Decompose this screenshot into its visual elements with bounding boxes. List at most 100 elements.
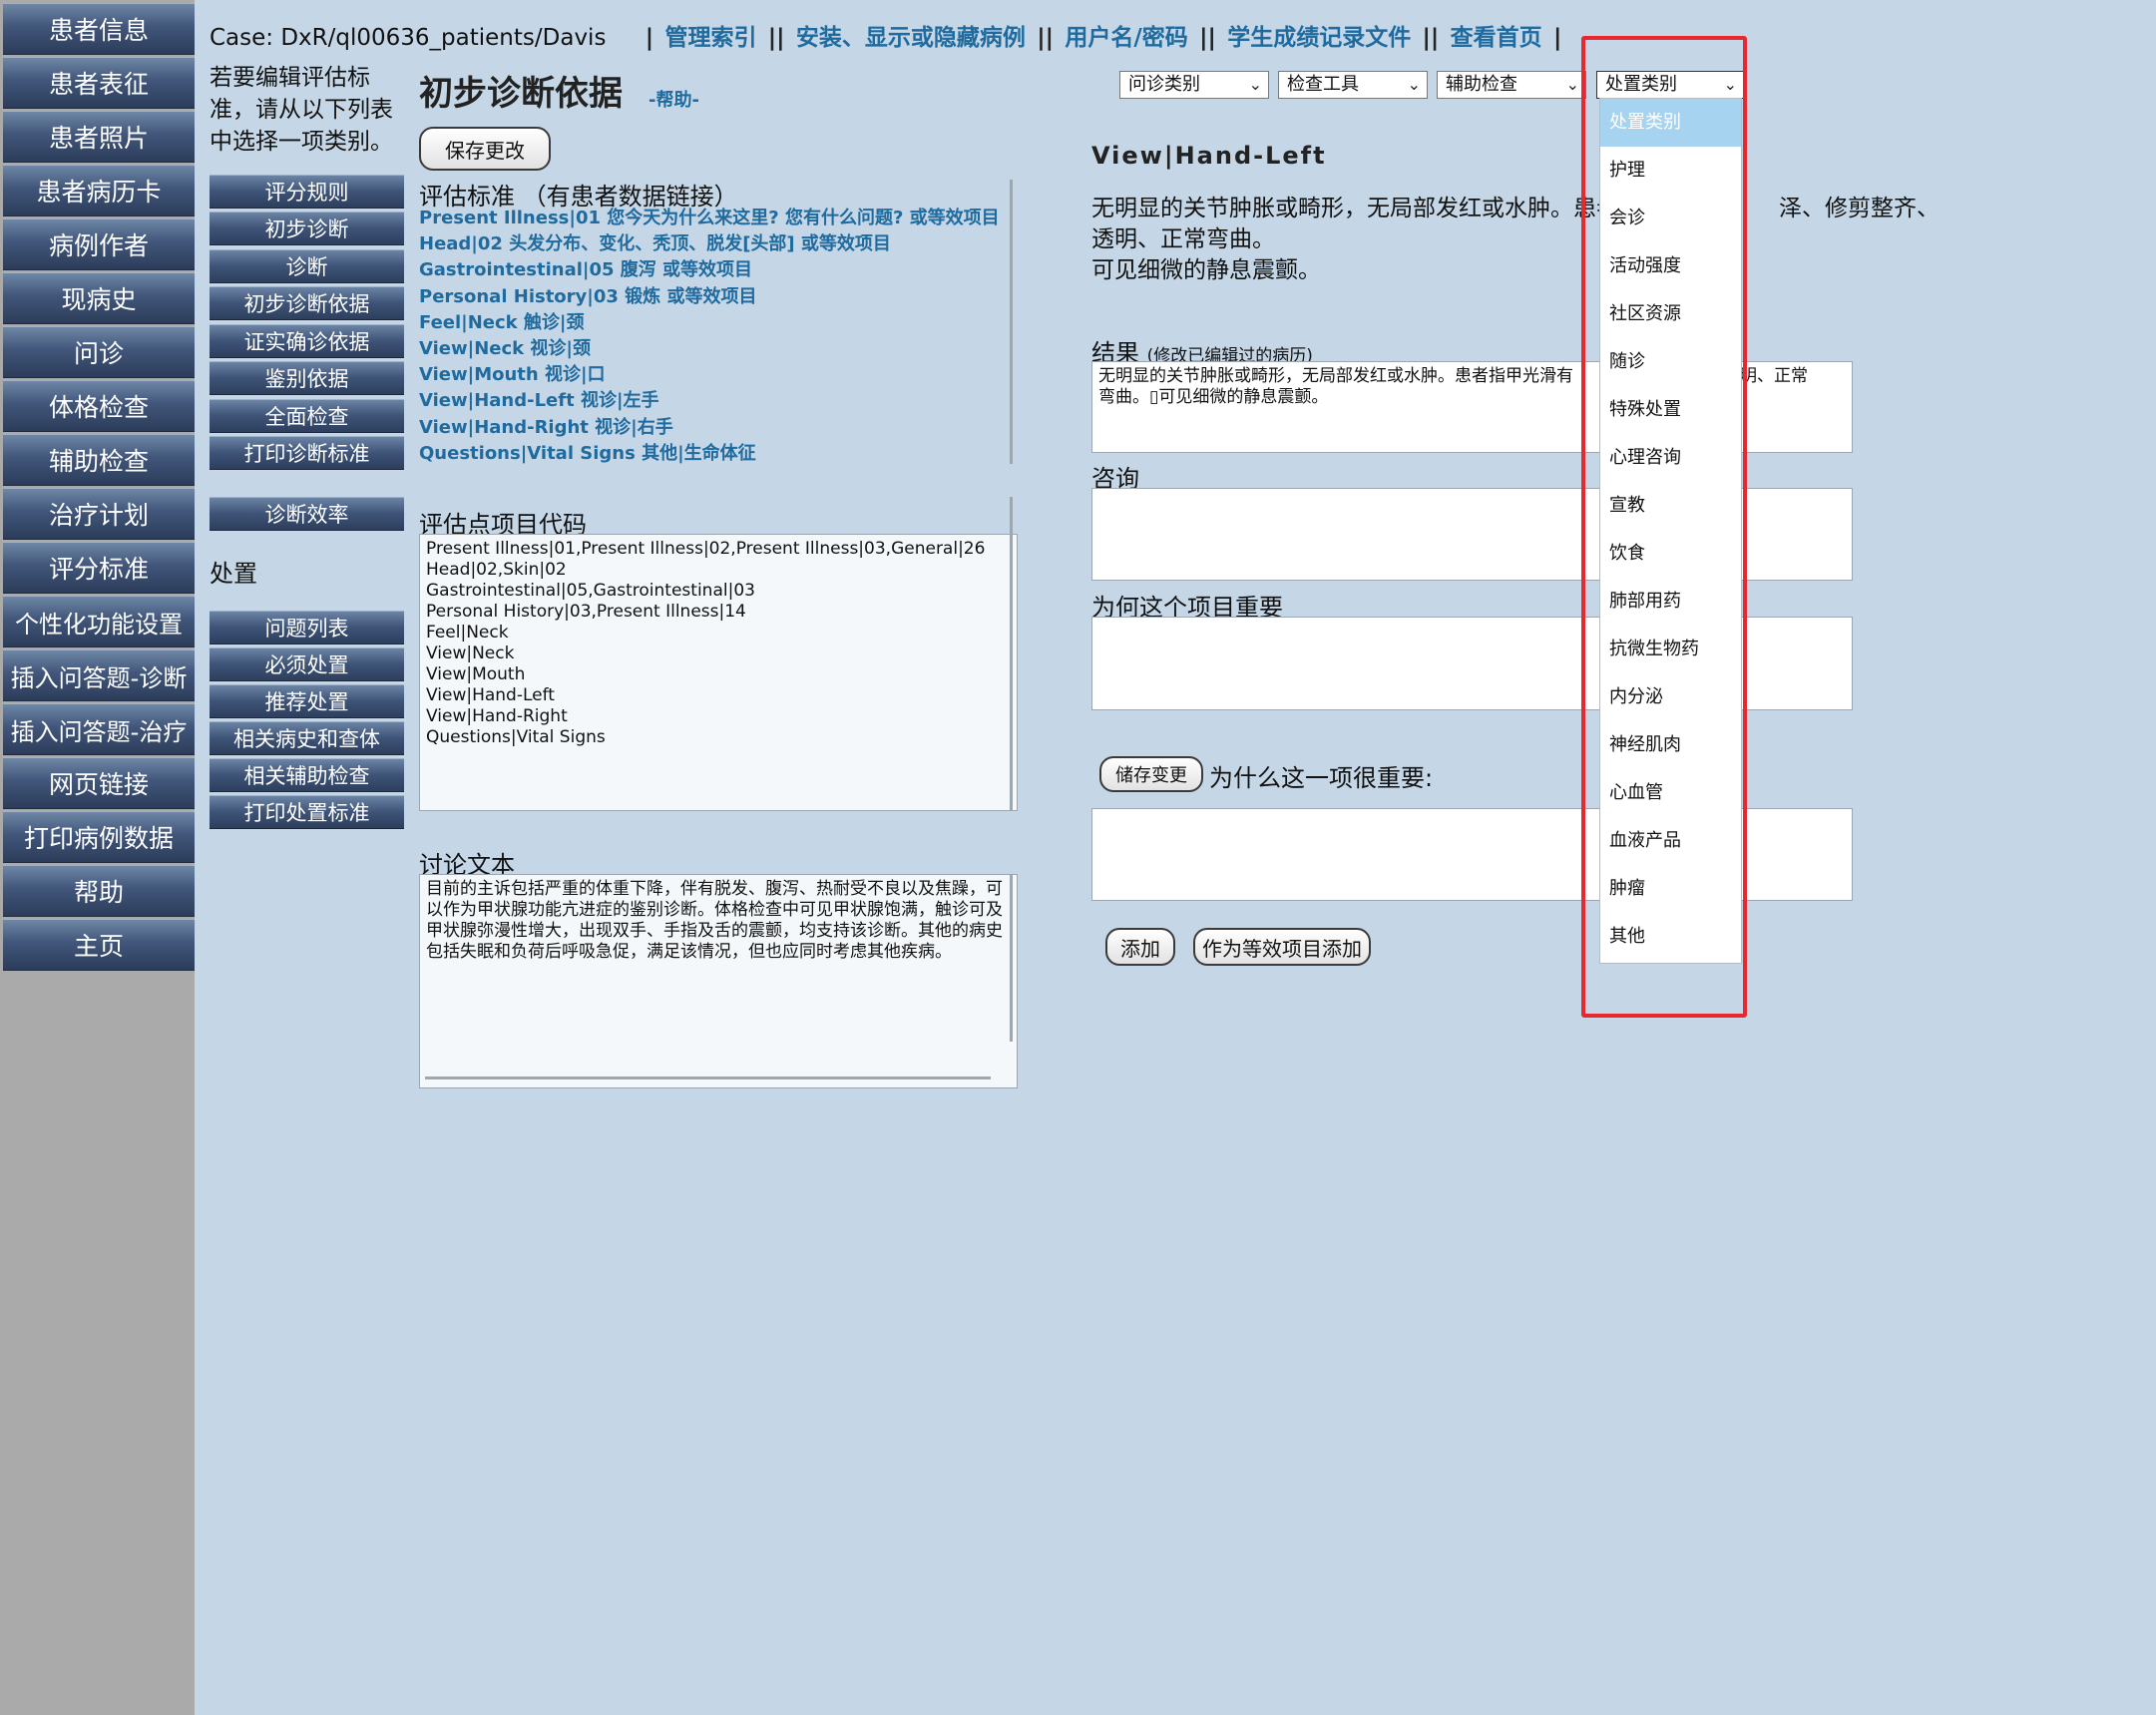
btn-required-disposal[interactable]: 必须处置 xyxy=(210,647,404,681)
left-nav-list: 患者信息 患者表征 患者照片 患者病历卡 病例作者 现病史 问诊 体格检查 辅助… xyxy=(3,3,195,973)
section-disposal-heading: 处置 xyxy=(210,560,257,588)
btn-preliminary-basis[interactable]: 初步诊断依据 xyxy=(210,286,404,320)
criteria-link[interactable]: Gastrointestinal|05 腹泻 或等效项目 xyxy=(419,257,1008,283)
dropdown-option[interactable]: 护理 xyxy=(1600,147,1741,195)
nav-item-help[interactable]: 帮助 xyxy=(3,865,195,917)
nav-item-interview[interactable]: 问诊 xyxy=(3,326,195,378)
finding-line3: 可见细微的静息震颤。 xyxy=(1091,257,1321,283)
btn-print-diagnosis-criteria[interactable]: 打印诊断标准 xyxy=(210,436,404,470)
nav-item-lab-tests[interactable]: 辅助检查 xyxy=(3,434,195,486)
dropdown-option[interactable]: 抗微生物药 xyxy=(1600,626,1741,673)
dropdown-option[interactable]: 处置类别 xyxy=(1600,99,1741,147)
help-link[interactable]: -帮助- xyxy=(648,86,699,112)
nav-item-print-case[interactable]: 打印病例数据 xyxy=(3,811,195,863)
store-changes-button[interactable]: 储存变更 xyxy=(1099,756,1203,792)
link-admin-index[interactable]: 管理索引 xyxy=(664,25,756,51)
criteria-link[interactable]: View|Hand-Left 视诊|左手 xyxy=(419,388,1008,414)
select-lab-tests[interactable]: 辅助检查 ⌄ xyxy=(1437,71,1586,99)
btn-recommended-disposal[interactable]: 推荐处置 xyxy=(210,684,404,718)
criteria-link[interactable]: View|Neck 视诊|颈 xyxy=(419,336,1008,362)
page-title: 初步诊断依据 xyxy=(419,74,623,114)
criteria-link[interactable]: Head|02 头发分布、变化、秃顶、脱发[头部] 或等效项目 xyxy=(419,231,1008,257)
select-disposal-category[interactable]: 处置类别 ⌄ xyxy=(1596,71,1744,99)
nav-item-treatment-plan[interactable]: 治疗计划 xyxy=(3,488,195,540)
discussion-scrollbar[interactable] xyxy=(1010,874,1013,1042)
why-important-label: 为什么这一项很重要: xyxy=(1209,764,1434,792)
dropdown-option[interactable]: 内分泌 xyxy=(1600,673,1741,721)
finding-title: View|Hand-Left xyxy=(1091,142,1327,170)
select-interview-category[interactable]: 问诊类别 ⌄ xyxy=(1119,71,1269,99)
link-view-home[interactable]: 查看首页 xyxy=(1451,25,1542,51)
nav-item-present-illness[interactable]: 现病史 xyxy=(3,272,195,324)
dropdown-option[interactable]: 心血管 xyxy=(1600,769,1741,817)
btn-preliminary-diagnosis[interactable]: 初步诊断 xyxy=(210,212,404,245)
btn-differential-basis[interactable]: 鉴别依据 xyxy=(210,361,404,395)
btn-problem-list[interactable]: 问题列表 xyxy=(210,611,404,644)
select-exam-tools[interactable]: 检查工具 ⌄ xyxy=(1278,71,1428,99)
nav-item-patient-presentation[interactable]: 患者表征 xyxy=(3,57,195,109)
criteria-link[interactable]: View|Mouth 视诊|口 xyxy=(419,362,1008,388)
nav-item-home[interactable]: 主页 xyxy=(3,919,195,971)
criteria-link[interactable]: View|Hand-Right 视诊|右手 xyxy=(419,415,1008,441)
dropdown-option[interactable]: 随诊 xyxy=(1600,338,1741,386)
dropdown-option[interactable]: 心理咨询 xyxy=(1600,434,1741,482)
btn-scoring-rules[interactable]: 评分规则 xyxy=(210,175,404,209)
select-value: 辅助检查 xyxy=(1446,74,1517,95)
nav-item-patient-photos[interactable]: 患者照片 xyxy=(3,111,195,163)
dropdown-option[interactable]: 社区资源 xyxy=(1600,290,1741,338)
nav-item-insert-qa-treatment[interactable]: 插入问答题-治疗 xyxy=(3,703,195,755)
link-install-cases[interactable]: 安装、显示或隐藏病例 xyxy=(796,25,1026,51)
dropdown-option[interactable]: 肺部用药 xyxy=(1600,578,1741,626)
link-username-password[interactable]: 用户名/密码 xyxy=(1065,25,1187,51)
criteria-link[interactable]: Present Illness|01 您今天为什么来这里? 您有什么问题? 或等… xyxy=(419,206,1008,231)
criteria-link[interactable]: Questions|Vital Signs 其他|生命体征 xyxy=(419,441,1008,467)
nav-item-web-links[interactable]: 网页链接 xyxy=(3,757,195,809)
top-header: Case: DxR/ql00636_patients/Davis | 管理索引 … xyxy=(210,25,1562,51)
select-value: 处置类别 xyxy=(1605,74,1677,95)
nav-item-case-author[interactable]: 病例作者 xyxy=(3,218,195,270)
disposal-category-dropdown: 处置类别 护理 会诊 活动强度 社区资源 随诊 特殊处置 心理咨询 宣教 饮食 … xyxy=(1599,98,1742,964)
dropdown-option[interactable]: 饮食 xyxy=(1600,530,1741,578)
nav-item-physical-exam[interactable]: 体格检查 xyxy=(3,380,195,432)
dropdown-option[interactable]: 血液产品 xyxy=(1600,817,1741,865)
codes-scrollbar[interactable] xyxy=(1010,497,1013,811)
dropdown-option[interactable]: 神经肌肉 xyxy=(1600,721,1741,769)
select-value: 检查工具 xyxy=(1287,74,1359,95)
criteria-link-list: Present Illness|01 您今天为什么来这里? 您有什么问题? 或等… xyxy=(419,206,1008,467)
criteria-link[interactable]: Personal History|03 锻炼 或等效项目 xyxy=(419,284,1008,310)
btn-print-disposal-criteria[interactable]: 打印处置标准 xyxy=(210,795,404,829)
discussion-hscrollbar[interactable] xyxy=(425,1076,991,1079)
chevron-down-icon: ⌄ xyxy=(1723,75,1737,94)
criteria-scrollbar[interactable] xyxy=(1010,180,1013,464)
link-student-records[interactable]: 学生成绩记录文件 xyxy=(1227,25,1411,51)
nav-item-patient-info[interactable]: 患者信息 xyxy=(3,3,195,55)
add-as-equivalent-button[interactable]: 作为等效项目添加 xyxy=(1193,928,1371,966)
nav-item-scoring[interactable]: 评分标准 xyxy=(3,542,195,594)
btn-related-history-exam[interactable]: 相关病史和查体 xyxy=(210,721,404,755)
nav-item-insert-qa-diagnosis[interactable]: 插入问答题-诊断 xyxy=(3,649,195,701)
nav-item-personalization[interactable]: 个性化功能设置 xyxy=(3,596,195,647)
criteria-link[interactable]: Feel|Neck 触诊|颈 xyxy=(419,310,1008,336)
btn-confirm-basis[interactable]: 证实确诊依据 xyxy=(210,324,404,358)
dropdown-option[interactable]: 宣教 xyxy=(1600,482,1741,530)
dropdown-option[interactable]: 其他 xyxy=(1600,913,1741,961)
chevron-down-icon: ⌄ xyxy=(1565,75,1579,94)
finding-text: 无明显的关节肿胀或畸形，无局部发红或水肿。患者 泽、修剪整齐、 透明、正常弯曲。 … xyxy=(1091,194,1940,286)
add-button[interactable]: 添加 xyxy=(1105,928,1175,966)
btn-diagnosis-efficiency[interactable]: 诊断效率 xyxy=(210,497,404,531)
dropdown-option[interactable]: 特殊处置 xyxy=(1600,386,1741,434)
dropdown-option[interactable]: 会诊 xyxy=(1600,195,1741,242)
finding-line1b: 泽、修剪整齐、 xyxy=(1779,196,1940,221)
save-changes-button[interactable]: 保存更改 xyxy=(419,127,551,171)
btn-related-lab-tests[interactable]: 相关辅助检查 xyxy=(210,758,404,792)
chevron-down-icon: ⌄ xyxy=(1407,75,1421,94)
finding-line2: 透明、正常弯曲。 xyxy=(1091,226,1275,252)
nav-item-patient-chart[interactable]: 患者病历卡 xyxy=(3,165,195,216)
btn-full-workup[interactable]: 全面检查 xyxy=(210,399,404,433)
btn-diagnosis[interactable]: 诊断 xyxy=(210,249,404,283)
dropdown-option[interactable]: 活动强度 xyxy=(1600,242,1741,290)
codes-textarea[interactable]: Present Illness|01,Present Illness|02,Pr… xyxy=(419,534,1018,811)
left-navigation: 患者信息 患者表征 患者照片 患者病历卡 病例作者 现病史 问诊 体格检查 辅助… xyxy=(0,0,195,1715)
discussion-textarea[interactable]: 目前的主诉包括严重的体重下降，伴有脱发、腹泻、热耐受不良以及焦躁，可以作为甲状腺… xyxy=(419,874,1018,1088)
dropdown-option[interactable]: 肿瘤 xyxy=(1600,865,1741,913)
